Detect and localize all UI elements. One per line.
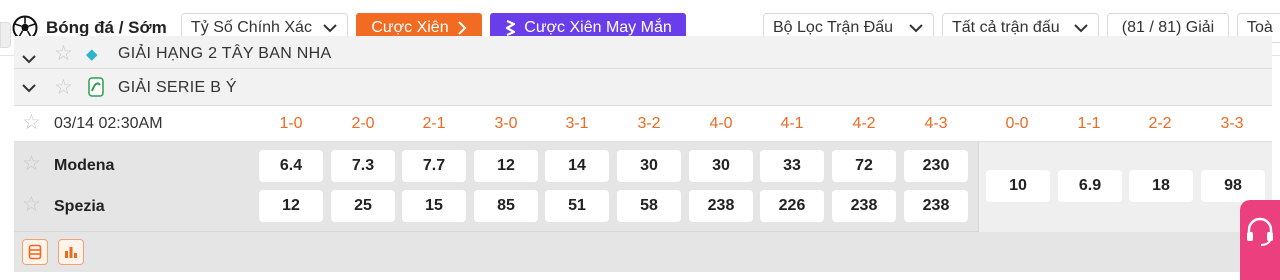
odds-button[interactable]: 25: [331, 190, 395, 222]
score-header: 4-1: [780, 115, 804, 132]
score-header-row: ☆ 03/14 02:30AM 1-0 2-0 2-1 3-0 3-1 3-2 …: [14, 106, 1272, 142]
match-filter-label: Bộ Lọc Trận Đấu: [773, 19, 894, 36]
score-header: 3-0: [494, 115, 518, 132]
odds-button[interactable]: 18: [1129, 170, 1193, 202]
odds-button[interactable]: 98: [1201, 170, 1265, 202]
away-team-name: Spezia: [54, 198, 105, 215]
score-header: 3-2: [637, 115, 661, 132]
odds-button[interactable]: 6.9: [1058, 170, 1122, 202]
league-logo-icon: [88, 77, 104, 97]
odds-button[interactable]: 10: [986, 170, 1050, 202]
draw-score-header: 3-3: [1220, 115, 1244, 132]
lucky-icon: [506, 20, 516, 36]
odds-button[interactable]: 72: [832, 150, 896, 182]
odds-page: Bóng đá / Sớm Tỷ Số Chính Xác Cược Xiên …: [0, 0, 1280, 280]
score-header: 2-1: [422, 115, 446, 132]
star-icon[interactable]: ☆: [54, 77, 73, 98]
headset-icon: [1247, 217, 1273, 246]
odds-button[interactable]: 30: [689, 150, 753, 182]
odds-button[interactable]: 238: [689, 190, 753, 222]
score-header: 4-2: [852, 115, 876, 132]
star-icon[interactable]: ☆: [22, 194, 41, 215]
match-tools-row: [14, 232, 1272, 272]
score-header: 4-3: [924, 115, 948, 132]
odds-button[interactable]: 30: [617, 150, 681, 182]
odds-button[interactable]: 58: [617, 190, 681, 222]
star-icon[interactable]: ☆: [54, 43, 73, 64]
odds-button[interactable]: 12: [259, 190, 323, 222]
match-scope-label: Tất cả trận đấu: [952, 19, 1060, 36]
lucky-parlay-label: Cược Xiên May Mắn: [524, 19, 672, 36]
side-panel-tab[interactable]: [0, 22, 11, 48]
odds-button[interactable]: 238: [904, 190, 968, 222]
chevron-down-icon: [1074, 24, 1088, 33]
league-logo-icon: ◆: [86, 46, 98, 63]
match-row: ☆ Modena ☆ Spezia 6.4 7.3 7.7 12 14 30 3…: [14, 142, 1272, 232]
draw-score-header: 0-0: [1005, 115, 1029, 132]
league-row[interactable]: ☆ ◆ GIẢI HẠNG 2 TÂY BAN NHA: [14, 36, 1272, 69]
odds-button[interactable]: 230: [904, 150, 968, 182]
odds-button[interactable]: 51: [545, 190, 609, 222]
odds-button[interactable]: 6.4: [259, 150, 323, 182]
odds-button[interactable]: 238: [832, 190, 896, 222]
chevron-down-icon: [323, 24, 337, 33]
market-select-label: Tỷ Số Chính Xác: [191, 19, 312, 36]
support-button[interactable]: [1240, 200, 1280, 280]
odds-button[interactable]: 226: [760, 190, 824, 222]
chevron-down-icon: [909, 24, 923, 33]
chevron-down-icon[interactable]: [20, 82, 38, 94]
odds-button[interactable]: 7.3: [331, 150, 395, 182]
draw-odds-panel: 10 6.9 18 98: [978, 142, 1272, 232]
league-row[interactable]: ☆ GIẢI SERIE B Ý: [14, 69, 1272, 106]
truncated-item-label: Toà: [1247, 19, 1273, 36]
score-header: 4-0: [709, 115, 733, 132]
score-header: 1-0: [279, 115, 303, 132]
score-header: 3-1: [565, 115, 589, 132]
match-datetime: 03/14 02:30AM: [54, 115, 163, 132]
score-header: 2-0: [351, 115, 375, 132]
home-team-name: Modena: [54, 157, 115, 174]
draw-score-header: 2-2: [1148, 115, 1172, 132]
league-name: GIẢI SERIE B Ý: [118, 79, 237, 96]
odds-button[interactable]: 14: [545, 150, 609, 182]
league-name: GIẢI HẠNG 2 TÂY BAN NHA: [118, 45, 332, 62]
star-icon[interactable]: ☆: [22, 112, 41, 133]
star-icon[interactable]: ☆: [22, 153, 41, 174]
sport-label: Bóng đá / Sớm: [46, 18, 167, 37]
chevron-right-icon: [457, 21, 467, 35]
chevron-down-icon[interactable]: [20, 53, 38, 65]
odds-button[interactable]: 33: [760, 150, 824, 182]
odds-button[interactable]: 15: [402, 190, 466, 222]
odds-button[interactable]: 12: [474, 150, 538, 182]
parlay-button-label: Cược Xiên: [371, 19, 449, 36]
odds-button[interactable]: 7.7: [402, 150, 466, 182]
league-count-label: (81 / 81) Giải: [1121, 19, 1215, 36]
bar-chart-icon[interactable]: [58, 239, 84, 265]
stats-list-icon[interactable]: [22, 239, 48, 265]
draw-score-header: 1-1: [1077, 115, 1101, 132]
odds-button[interactable]: 85: [474, 190, 538, 222]
